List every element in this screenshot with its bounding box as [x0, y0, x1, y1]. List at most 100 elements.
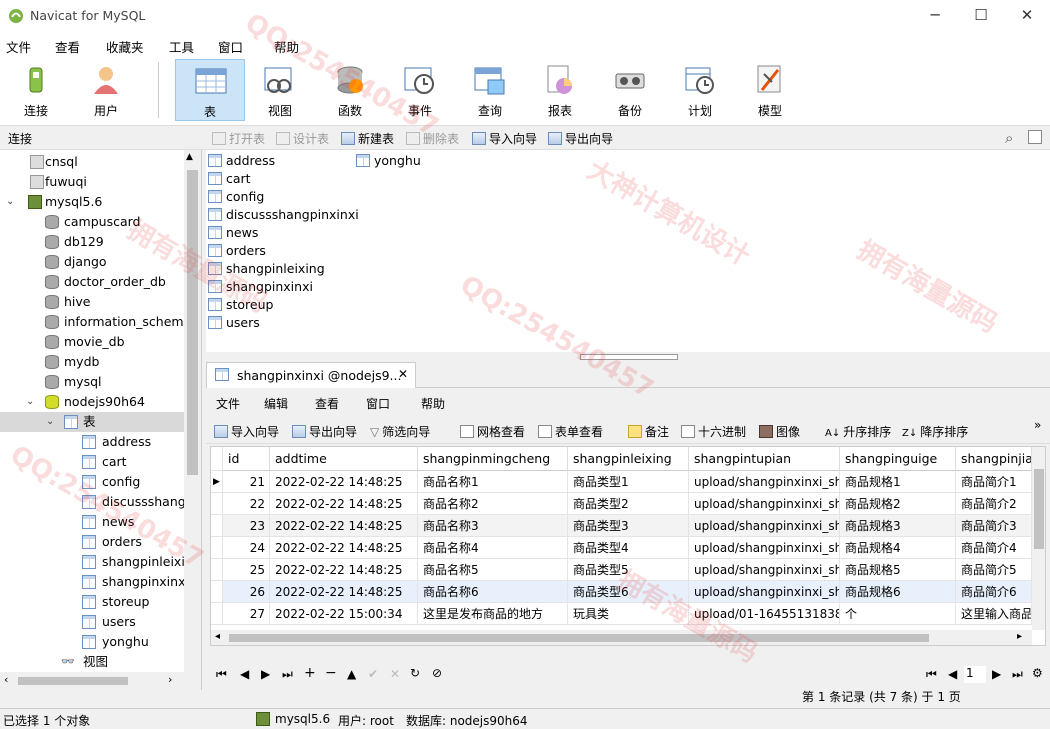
- tree-scroll-thumb[interactable]: [187, 170, 198, 475]
- delete-record-icon[interactable]: −: [325, 665, 337, 681]
- sort-descending-button[interactable]: Z↓ 降序排序: [902, 423, 968, 440]
- first-record-icon[interactable]: ⏮: [216, 667, 227, 682]
- memo-button[interactable]: 备注: [628, 423, 669, 440]
- submenu-view[interactable]: 查看: [315, 395, 339, 412]
- row-selector[interactable]: [211, 603, 223, 625]
- chevron-down-icon[interactable]: ⌄: [46, 412, 58, 432]
- grid-cell-addtime[interactable]: 2022-02-22 15:00:34: [270, 603, 418, 625]
- grid-cell-id[interactable]: 27: [223, 603, 270, 625]
- grid-vertical-scrollbar[interactable]: [1032, 447, 1045, 630]
- grid-cell-id[interactable]: 23: [223, 515, 270, 537]
- grid-cell-shangpinguige[interactable]: 个: [840, 603, 956, 625]
- last-page-icon[interactable]: ⏭: [1012, 667, 1023, 682]
- grid-cell-shangpinguige[interactable]: 商品规格5: [840, 559, 956, 581]
- grid-cell-shangpinmingcheng[interactable]: 商品名称5: [418, 559, 568, 581]
- import-wizard-button[interactable]: 导入向导: [472, 130, 537, 147]
- scroll-left-arrow-icon[interactable]: ‹: [4, 673, 8, 686]
- column-header-id[interactable]: id: [223, 447, 270, 471]
- design-table-button[interactable]: 设计表: [276, 130, 329, 147]
- row-selector[interactable]: [211, 493, 223, 515]
- grid-cell-shangpinjian[interactable]: 商品简介5: [956, 559, 1032, 581]
- form-view-button[interactable]: 表单查看: [538, 423, 603, 440]
- toolbar-report-button[interactable]: 报表: [525, 59, 595, 121]
- scroll-right-arrow-icon[interactable]: ▸: [1017, 631, 1022, 642]
- grid-cell-shangpinmingcheng[interactable]: 商品名称3: [418, 515, 568, 537]
- menu-favorites[interactable]: 收藏夹: [106, 37, 144, 56]
- submenu-file[interactable]: 文件: [216, 395, 240, 412]
- toolbar-connect-button[interactable]: 连接: [1, 59, 71, 121]
- menu-file[interactable]: 文件: [6, 37, 31, 56]
- grid-cell-shangpinmingcheng[interactable]: 商品名称2: [418, 493, 568, 515]
- grid-cell-shangpinguige[interactable]: 商品规格2: [840, 493, 956, 515]
- submenu-window[interactable]: 窗口: [366, 395, 390, 412]
- grid-cell-shangpintupian[interactable]: upload/shangpinxinxi_sha: [689, 537, 840, 559]
- grid-cell-shangpinjian[interactable]: 商品简介1: [956, 471, 1032, 493]
- tree-vertical-scrollbar[interactable]: ▲: [184, 150, 201, 690]
- grid-vscroll-thumb[interactable]: [1034, 469, 1044, 549]
- new-table-button[interactable]: 新建表: [341, 130, 394, 147]
- grid-cell-addtime[interactable]: 2022-02-22 14:48:25: [270, 559, 418, 581]
- row-selector[interactable]: [211, 581, 223, 603]
- next-page-icon[interactable]: ▶: [992, 667, 1001, 681]
- submenu-edit[interactable]: 编辑: [264, 395, 288, 412]
- image-button[interactable]: 图像: [759, 423, 800, 440]
- chevron-down-icon[interactable]: ⌄: [26, 392, 38, 412]
- sort-ascending-button[interactable]: A↓ 升序排序: [825, 423, 891, 440]
- tree-horizontal-scrollbar[interactable]: ‹ ›: [0, 672, 184, 690]
- grid-cell-shangpinjian[interactable]: 商品简介2: [956, 493, 1032, 515]
- scroll-up-arrow-icon[interactable]: ▲: [186, 152, 193, 162]
- grid-cell-shangpinleixing[interactable]: 玩具类: [568, 603, 689, 625]
- toolbar-event-button[interactable]: 事件: [385, 59, 455, 121]
- column-header-shangpinleixing[interactable]: shangpinleixing: [568, 447, 689, 471]
- column-header-shangpinmingcheng[interactable]: shangpinmingcheng: [418, 447, 568, 471]
- splitter-handle[interactable]: [580, 354, 678, 360]
- grid-cell-shangpinleixing[interactable]: 商品类型1: [568, 471, 689, 493]
- grid-view-button[interactable]: 网格查看: [460, 423, 525, 440]
- chevron-down-icon[interactable]: ⌄: [6, 192, 18, 212]
- grid-cell-shangpinleixing[interactable]: 商品类型3: [568, 515, 689, 537]
- grid-cell-addtime[interactable]: 2022-02-22 14:48:25: [270, 471, 418, 493]
- scroll-right-arrow-icon[interactable]: ›: [168, 673, 172, 686]
- grid-cell-shangpintupian[interactable]: upload/shangpinxinxi_sha: [689, 515, 840, 537]
- grid-cell-shangpinmingcheng[interactable]: 商品名称6: [418, 581, 568, 603]
- grid-cell-id[interactable]: 21: [223, 471, 270, 493]
- maximize-button[interactable]: ☐: [958, 0, 1004, 32]
- grid-cell-shangpintupian[interactable]: upload/01-1645513183811: [689, 603, 840, 625]
- grid-cell-shangpinmingcheng[interactable]: 商品名称1: [418, 471, 568, 493]
- export-wizard-button[interactable]: 导出向导: [548, 130, 613, 147]
- grid-cell-shangpintupian[interactable]: upload/shangpinxinxi_sha: [689, 581, 840, 603]
- export-wizard-button[interactable]: 导出向导: [292, 423, 357, 440]
- page-input[interactable]: 1: [964, 666, 986, 683]
- pane-splitter[interactable]: [206, 352, 1050, 362]
- toolbar-query-button[interactable]: 查询: [455, 59, 525, 121]
- grid-hscroll-thumb[interactable]: [229, 634, 929, 642]
- grid-cell-shangpinguige[interactable]: 商品规格4: [840, 537, 956, 559]
- grid-cell-addtime[interactable]: 2022-02-22 14:48:25: [270, 537, 418, 559]
- toolbar-function-button[interactable]: 函数: [315, 59, 385, 121]
- refresh-icon[interactable]: ↻: [410, 666, 420, 680]
- toolbar-overflow-icon[interactable]: »: [1034, 418, 1041, 432]
- toolbar-user-button[interactable]: 用户: [71, 59, 141, 121]
- grid-cell-shangpinguige[interactable]: 商品规格3: [840, 515, 956, 537]
- menu-view[interactable]: 查看: [55, 37, 80, 56]
- grid-cell-shangpinjian[interactable]: 这里输入商品: [956, 603, 1032, 625]
- row-selector[interactable]: [211, 515, 223, 537]
- grid-cell-addtime[interactable]: 2022-02-22 14:48:25: [270, 493, 418, 515]
- toolbar-table-button[interactable]: 表: [175, 59, 245, 121]
- grid-cell-shangpinleixing[interactable]: 商品类型2: [568, 493, 689, 515]
- filter-wizard-button[interactable]: ▽ 筛选向导: [370, 423, 430, 440]
- tab-close-icon[interactable]: ✕: [398, 367, 408, 381]
- tree-hscroll-thumb[interactable]: [18, 677, 128, 685]
- add-record-icon[interactable]: +: [304, 665, 316, 681]
- grid-cell-shangpinleixing[interactable]: 商品类型6: [568, 581, 689, 603]
- search-icon[interactable]: ⌕: [1005, 129, 1013, 147]
- delete-table-button[interactable]: 删除表: [406, 130, 459, 147]
- menu-window[interactable]: 窗口: [218, 37, 243, 56]
- move-up-icon[interactable]: ▲: [347, 667, 356, 681]
- grid-cell-id[interactable]: 25: [223, 559, 270, 581]
- next-record-icon[interactable]: ▶: [261, 667, 270, 681]
- row-selector[interactable]: [211, 537, 223, 559]
- grid-horizontal-scrollbar[interactable]: ◂ ▸: [211, 630, 1032, 645]
- grid-cell-shangpintupian[interactable]: upload/shangpinxinxi_sha: [689, 471, 840, 493]
- grid-cell-shangpinjian[interactable]: 商品简介4: [956, 537, 1032, 559]
